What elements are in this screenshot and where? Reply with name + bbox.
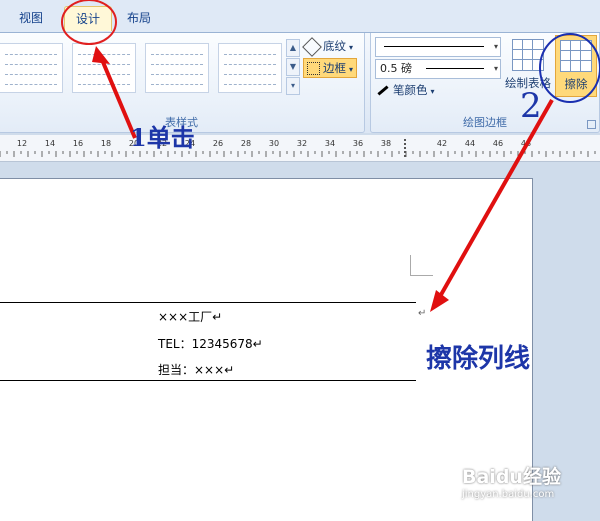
annotation-overlay (61, 0, 600, 312)
erase-column-caption: 擦除列线 (426, 344, 531, 374)
step1-label: 1单击 (130, 123, 195, 152)
step2-label: 2 (520, 86, 542, 126)
arrow-to-column-line (436, 99, 554, 301)
step2-circle (539, 33, 600, 103)
step1-circle (61, 0, 117, 45)
arrowhead-icon (92, 46, 110, 64)
baidu-watermark: Baidu经验 (462, 466, 561, 488)
watermark-url: jingyan.baidu.com (462, 489, 555, 500)
arrowhead-icon (430, 290, 449, 312)
